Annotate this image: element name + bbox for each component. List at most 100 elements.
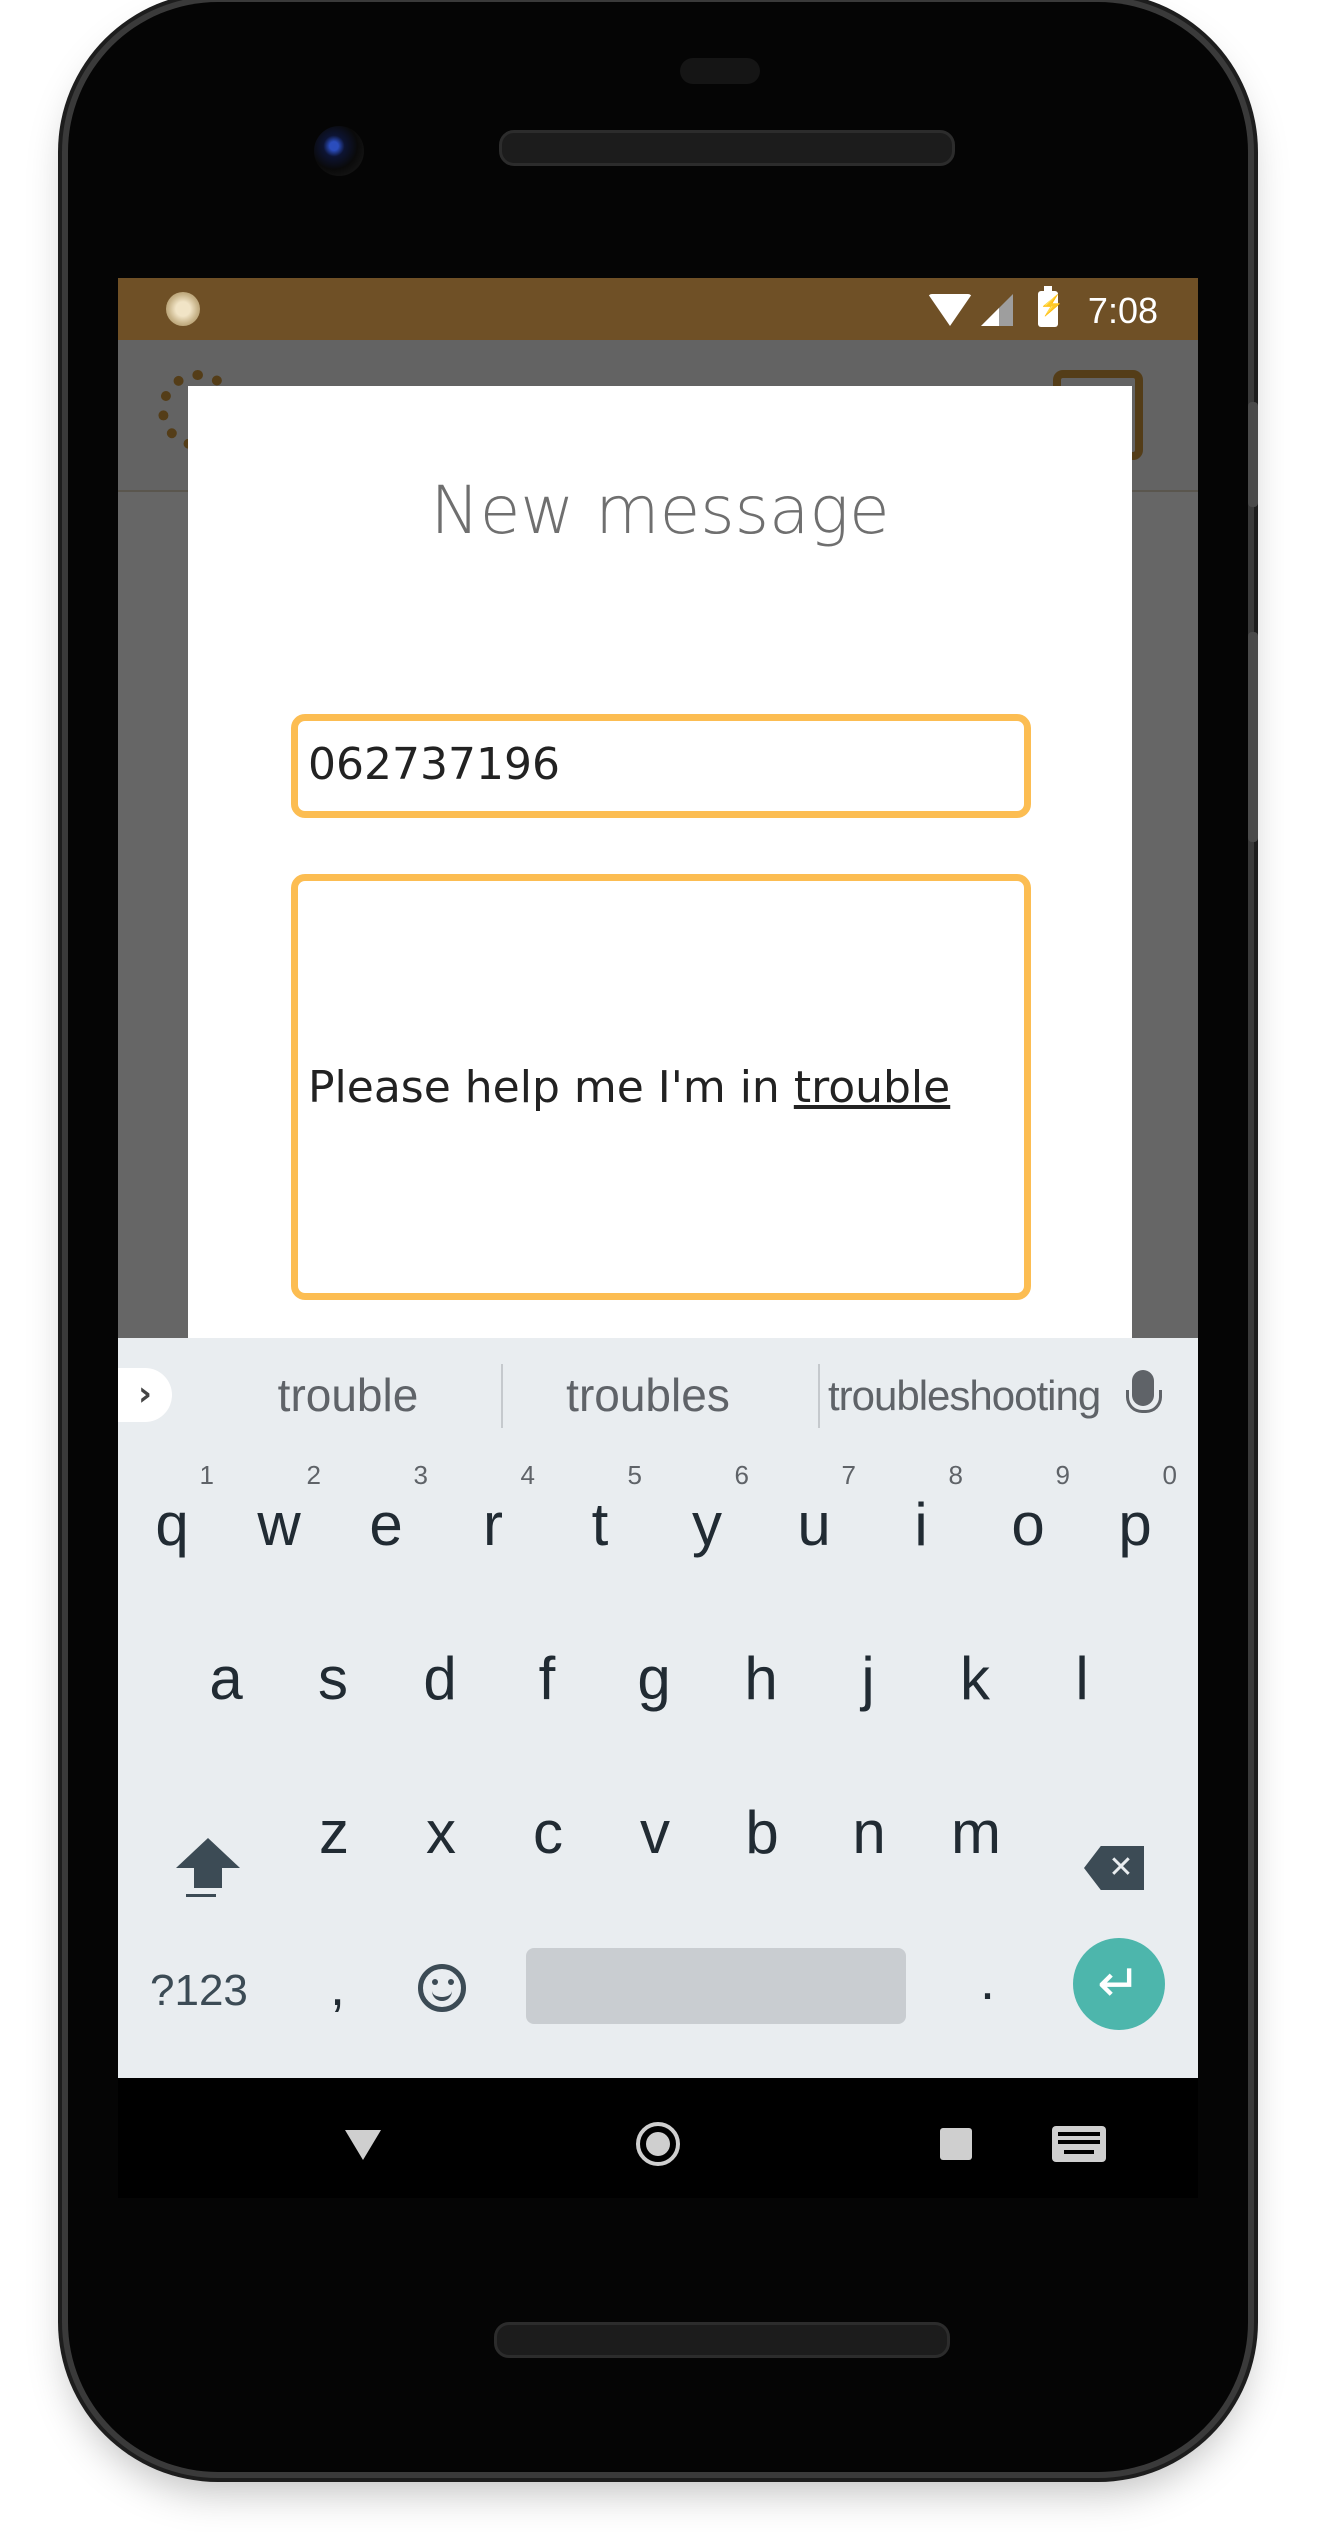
key-v[interactable]: v [605,1762,705,1902]
key-hint-number: 1 [199,1460,214,1490]
proximity-sensor [680,58,760,84]
shift-icon [176,1838,240,1888]
key-hint-number: 8 [948,1460,963,1490]
navigation-bar [118,2078,1198,2198]
key-label: o [1011,1491,1045,1558]
comma-key[interactable]: , [330,1956,345,2018]
key-label: t [591,1491,609,1558]
status-time: 7:08 [1087,290,1158,331]
key-label: r [483,1491,503,1558]
key-q[interactable]: 1q [122,1454,222,1594]
key-k[interactable]: k [925,1608,1025,1748]
symbols-key[interactable]: ?123 [150,1966,248,2016]
key-x[interactable]: x [391,1762,491,1902]
key-label: e [369,1491,403,1558]
key-label: m [951,1799,1001,1866]
earpiece-speaker [499,130,955,166]
key-label: x [426,1799,456,1866]
key-t[interactable]: 5t [550,1454,650,1594]
message-field[interactable]: Please help me I'm in trouble [291,874,1031,1300]
key-d[interactable]: d [390,1608,490,1748]
suggestion-divider [501,1364,503,1428]
key-label: w [257,1491,301,1558]
suggestion-divider [818,1364,820,1428]
suggestion-1[interactable]: trouble [228,1368,468,1422]
key-y[interactable]: 6y [657,1454,757,1594]
key-label: l [1075,1645,1089,1712]
key-label: z [319,1799,349,1866]
key-o[interactable]: 9o [978,1454,1078,1594]
key-label: f [538,1645,556,1712]
key-c[interactable]: c [498,1762,598,1902]
key-hint-number: 9 [1055,1460,1070,1490]
key-hint-number: 5 [627,1460,642,1490]
new-message-dialog: New message 062737196 Please help me I'm… [188,386,1132,1486]
key-g[interactable]: g [604,1608,704,1748]
nav-recents-icon[interactable] [940,2128,972,2160]
key-label: a [209,1645,243,1712]
nav-home-icon[interactable] [636,2122,680,2166]
key-hint-number: 2 [306,1460,321,1490]
volume-button [1248,632,1258,842]
space-key[interactable] [526,1948,906,2024]
key-label: v [640,1799,670,1866]
key-label: u [797,1491,831,1558]
key-label: d [423,1645,457,1712]
nav-back-icon[interactable] [345,2130,381,2160]
phone-number-field[interactable]: 062737196 [291,714,1031,818]
key-i[interactable]: 8i [871,1454,971,1594]
suggestion-3[interactable]: troubleshooting [828,1372,1101,1420]
screen: 7:08 New message 062737196 Please help m… [118,278,1198,2198]
key-s[interactable]: s [283,1608,383,1748]
keyboard-switch-icon[interactable] [1052,2126,1106,2162]
key-label: j [861,1645,875,1712]
message-composing-word: trouble [793,1061,951,1113]
wifi-icon [928,294,972,326]
key-h[interactable]: h [711,1608,811,1748]
key-label: n [852,1799,886,1866]
shift-indicator [186,1894,216,1897]
suggestion-2[interactable]: troubles [518,1368,778,1422]
dialog-title: New message [430,472,890,549]
key-p[interactable]: 0p [1085,1454,1185,1594]
key-j[interactable]: j [818,1608,918,1748]
message-text: Please help me I'm in [308,1061,794,1113]
status-bar: 7:08 [118,278,1198,340]
battery-charging-icon [1038,286,1064,327]
key-label: y [692,1491,722,1558]
key-n[interactable]: n [819,1762,919,1902]
key-r[interactable]: 4r [443,1454,543,1594]
key-w[interactable]: 2w [229,1454,329,1594]
key-e[interactable]: 3e [336,1454,436,1594]
bottom-speaker [494,2322,950,2358]
suggestion-strip: › trouble troubles troubleshooting [118,1338,1198,1454]
period-key[interactable]: . [980,1950,995,2012]
front-camera [314,126,364,176]
key-a[interactable]: a [176,1608,276,1748]
backspace-icon[interactable]: ✕ [1084,1846,1144,1890]
power-button [1248,402,1258,507]
key-hint-number: 4 [520,1460,535,1490]
key-label: i [914,1491,928,1558]
key-f[interactable]: f [497,1608,597,1748]
emoji-icon[interactable] [418,1964,466,2012]
cell-signal-fill [981,308,999,326]
microphone-icon[interactable] [1126,1370,1162,1413]
key-u[interactable]: 7u [764,1454,864,1594]
key-label: q [155,1491,189,1558]
key-label: g [637,1645,671,1712]
app-notification-icon [166,292,200,326]
key-hint-number: 6 [734,1460,749,1490]
key-label: p [1118,1491,1152,1558]
key-hint-number: 3 [413,1460,428,1490]
key-b[interactable]: b [712,1762,812,1902]
key-label: k [960,1645,990,1712]
key-m[interactable]: m [926,1762,1026,1902]
key-label: h [744,1645,778,1712]
key-label: s [318,1645,348,1712]
key-l[interactable]: l [1032,1608,1132,1748]
enter-key[interactable]: ↵ [1073,1938,1165,2030]
key-z[interactable]: z [284,1762,384,1902]
expand-suggestions-icon[interactable]: › [118,1368,172,1422]
key-label: b [745,1799,779,1866]
